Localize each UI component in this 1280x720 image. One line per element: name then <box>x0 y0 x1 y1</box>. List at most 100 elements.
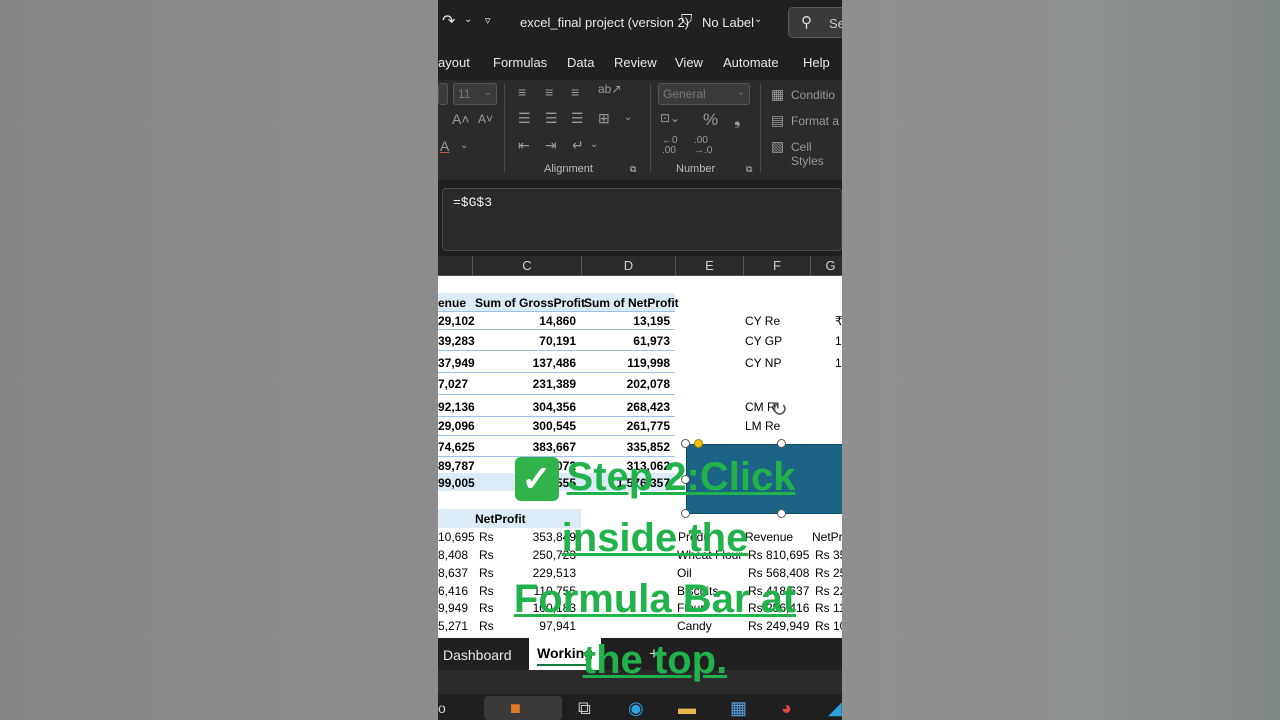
align-top-icon[interactable]: ≡ <box>518 84 526 100</box>
pivot-cell[interactable]: 231,389 <box>533 377 576 391</box>
kpi-value[interactable]: 1 <box>835 334 842 348</box>
column-header-e[interactable]: E <box>675 256 743 276</box>
pivot-cell[interactable]: 92,136 <box>438 400 475 414</box>
chevron-down-icon[interactable]: ⌄ <box>460 140 468 151</box>
number-format-box[interactable]: General ⌄ <box>658 83 750 105</box>
pivot-cell[interactable]: 202,078 <box>627 377 670 391</box>
tab-help[interactable]: Help <box>803 55 830 70</box>
kpi-value[interactable]: 1 <box>835 356 842 370</box>
increase-font-icon[interactable]: A˄ <box>452 111 470 127</box>
sensitivity-shield-icon[interactable]: ⛉ <box>681 12 692 29</box>
tab-data[interactable]: Data <box>567 55 594 70</box>
pivot-cell[interactable]: 268,423 <box>627 400 670 414</box>
sensitivity-label[interactable]: No Label <box>702 15 754 30</box>
column-header-c[interactable]: C <box>472 256 581 276</box>
chrome-icon[interactable]: ◕ <box>781 698 792 719</box>
kpi-label[interactable]: CY NP <box>745 356 781 370</box>
conditional-formatting-icon[interactable]: ▦ <box>771 86 784 103</box>
merge-center-icon[interactable]: ⊞ <box>598 110 610 127</box>
column-header-g[interactable]: G <box>810 256 842 276</box>
pivot-total-cell[interactable]: 99,005 <box>438 476 475 490</box>
cell-styles-icon[interactable]: ▧ <box>771 138 784 155</box>
pivot-cell[interactable]: 14,860 <box>539 314 576 328</box>
format-as-table-button[interactable]: Format a <box>791 114 839 128</box>
pivot-cell[interactable]: 39,283 <box>438 334 475 348</box>
pivot-cell[interactable]: 261,775 <box>627 419 670 433</box>
tab-page-layout[interactable]: ayout <box>438 55 470 70</box>
tab-review[interactable]: Review <box>614 55 657 70</box>
dialog-launcher-icon[interactable]: ⧉ <box>630 164 636 175</box>
caption-line-1: Step 2:Click <box>566 455 796 499</box>
kpi-value[interactable]: ₹ <box>835 314 842 328</box>
pivot-header-netprofit[interactable]: Sum of NetProfit <box>584 296 679 310</box>
percent-icon[interactable]: % <box>703 110 718 130</box>
decrease-font-icon[interactable]: A˅ <box>478 112 493 126</box>
table-cell[interactable]: 9,949 <box>438 601 468 615</box>
task-view-icon[interactable]: ⧉ <box>578 698 591 719</box>
redo-icon[interactable]: ↷ <box>442 11 455 31</box>
formula-bar[interactable]: =$G$3 <box>442 188 842 251</box>
dialog-launcher-icon[interactable]: ⧉ <box>746 164 752 175</box>
align-left-icon[interactable]: ☰ <box>518 110 531 127</box>
formula-text[interactable]: =$G$3 <box>453 195 492 210</box>
comma-style-icon[interactable]: ❟ <box>734 110 741 130</box>
decrease-decimal-icon[interactable]: .00 →.0 <box>694 136 712 156</box>
file-explorer-icon[interactable]: ▬ <box>678 698 696 719</box>
currency-icon[interactable]: ⊡⌄ <box>660 111 680 125</box>
pivot-cell[interactable]: 29,102 <box>438 314 475 328</box>
pivot-cell[interactable]: 70,191 <box>539 334 576 348</box>
font-name-box[interactable] <box>438 83 448 105</box>
font-color-icon[interactable]: A <box>440 138 449 154</box>
conditional-formatting-button[interactable]: Conditio <box>791 88 835 102</box>
quick-access-customize-icon[interactable]: ▿ <box>485 14 491 27</box>
rotate-handle-icon[interactable]: ↻ <box>771 397 788 422</box>
chevron-down-icon[interactable]: ⌄ <box>624 112 632 123</box>
search-box[interactable]: ⚲ Se <box>788 7 842 38</box>
check-mark-icon: ✓ <box>514 457 559 502</box>
increase-decimal-icon[interactable]: ←0.00 <box>662 136 678 156</box>
pivot-cell[interactable]: 13,195 <box>633 314 670 328</box>
font-size-box[interactable]: 11 ⌄ <box>453 83 497 105</box>
kpi-label[interactable]: CY GP <box>745 334 782 348</box>
tab-automate[interactable]: Automate <box>723 55 779 70</box>
kpi-label[interactable]: CY Re <box>745 314 780 328</box>
chevron-down-icon[interactable]: ⌄ <box>590 139 598 150</box>
pivot-header-revenue[interactable]: enue <box>438 296 466 310</box>
pivot-header-grossprofit[interactable]: Sum of GrossProfit <box>475 296 585 310</box>
app-icon[interactable]: ◢ <box>828 698 842 719</box>
pivot-cell[interactable]: 137,486 <box>533 356 576 370</box>
pivot-cell[interactable]: 74,625 <box>438 440 475 454</box>
align-bottom-icon[interactable]: ≡ <box>571 84 579 100</box>
edge-browser-icon[interactable]: ◉ <box>628 698 644 719</box>
orientation-icon[interactable]: ab↗ <box>598 82 621 96</box>
table-cell[interactable]: 6,416 <box>438 584 468 598</box>
table-cell[interactable]: 10,695 <box>438 530 475 544</box>
wrap-text-icon[interactable]: ↵ <box>572 137 584 154</box>
redo-dropdown-icon[interactable]: ⌄ <box>464 14 472 25</box>
table-cell[interactable]: 8,637 <box>438 566 468 580</box>
pivot-cell[interactable]: 300,545 <box>533 419 576 433</box>
table-cell[interactable]: 8,408 <box>438 548 468 562</box>
pivot-cell[interactable]: 29,096 <box>438 419 475 433</box>
tab-view[interactable]: View <box>675 55 703 70</box>
align-center-icon[interactable]: ☰ <box>545 110 558 127</box>
chevron-down-icon[interactable]: ⌄ <box>754 14 762 25</box>
format-as-table-icon[interactable]: ▤ <box>771 112 784 129</box>
cell-styles-button[interactable]: Cell Styles <box>791 140 842 168</box>
pivot-cell[interactable]: 61,973 <box>633 334 670 348</box>
pivot-cell[interactable]: 119,998 <box>627 356 670 370</box>
increase-indent-icon[interactable]: ⇥ <box>545 137 557 154</box>
decrease-indent-icon[interactable]: ⇤ <box>518 137 530 154</box>
align-right-icon[interactable]: ☰ <box>571 110 584 127</box>
column-header-f[interactable]: F <box>743 256 810 276</box>
align-middle-icon[interactable]: ≡ <box>545 84 553 100</box>
store-icon[interactable]: ▦ <box>730 698 747 719</box>
column-header-d[interactable]: D <box>581 256 675 276</box>
pivot-cell[interactable]: 304,356 <box>533 400 576 414</box>
tab-formulas[interactable]: Formulas <box>493 55 547 70</box>
pivot-cell[interactable]: 37,949 <box>438 356 475 370</box>
taskbar-active-app[interactable]: ■ <box>484 696 562 720</box>
pivot-cell[interactable]: 89,787 <box>438 459 475 473</box>
pivot-cell[interactable]: 7,027 <box>438 377 468 391</box>
table-cell[interactable]: 5,271 <box>438 619 468 633</box>
